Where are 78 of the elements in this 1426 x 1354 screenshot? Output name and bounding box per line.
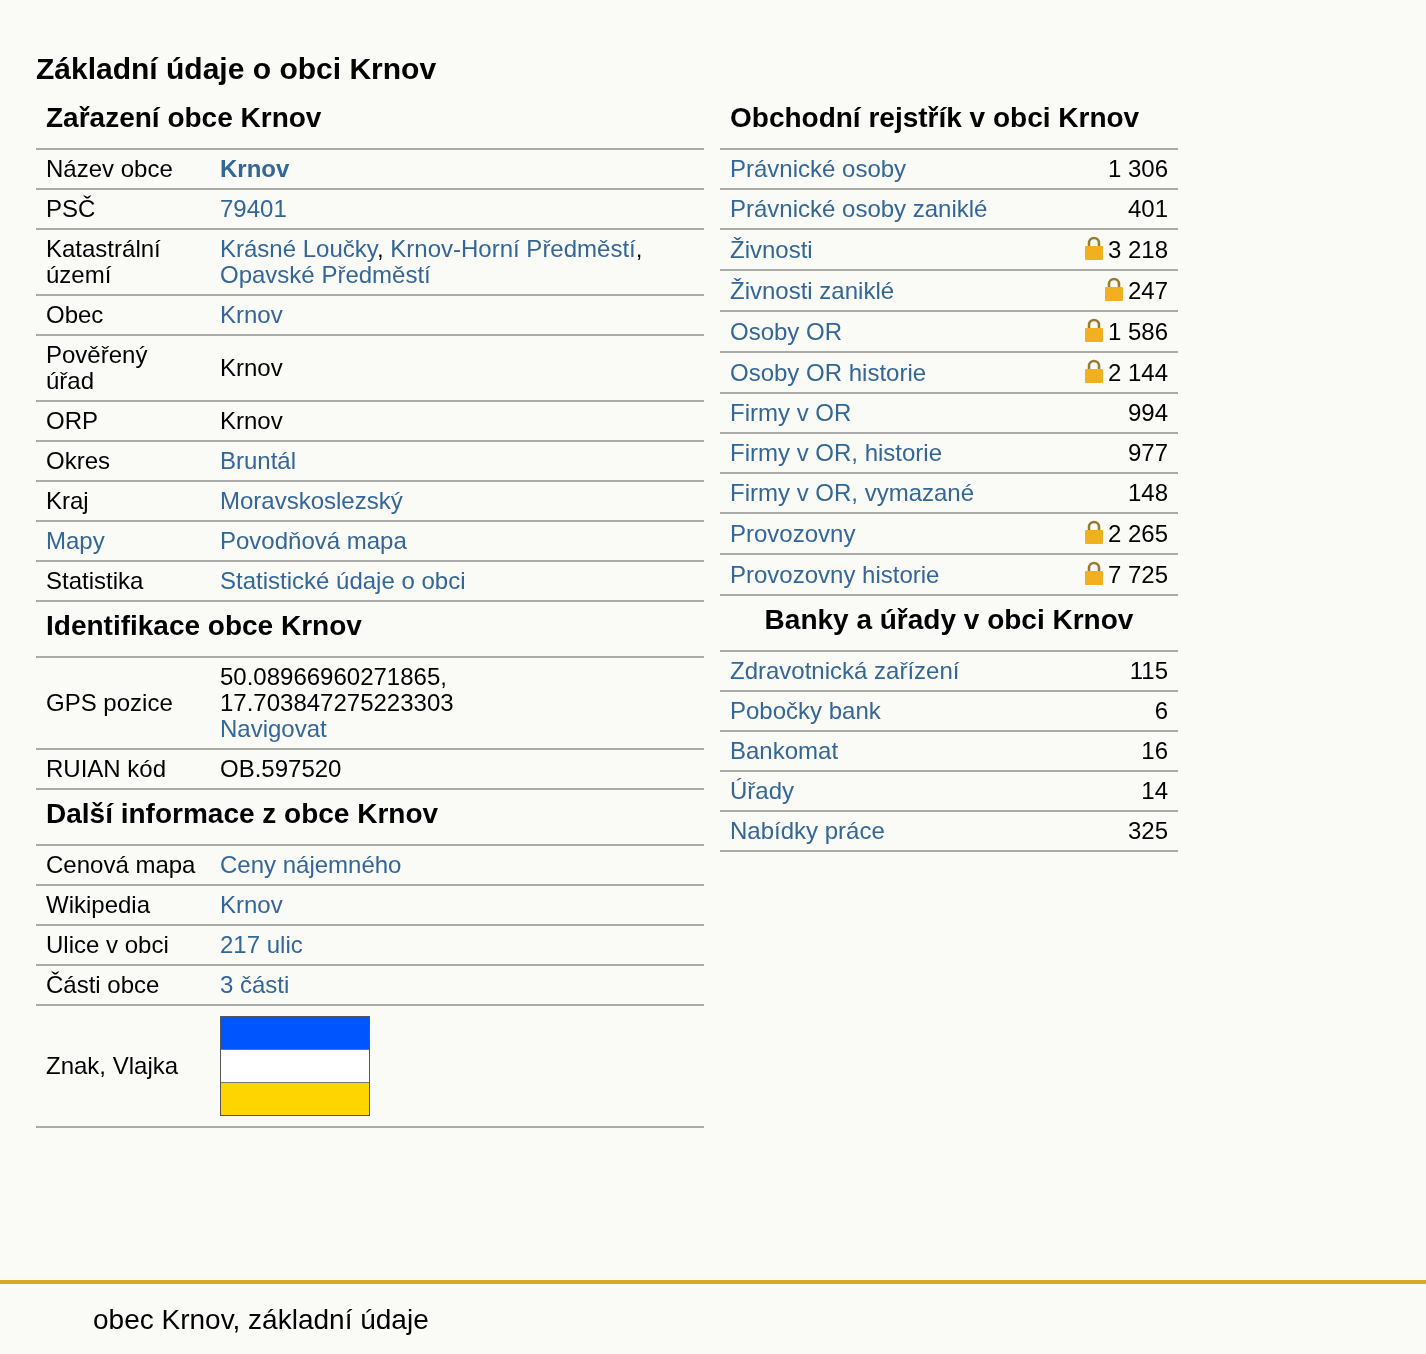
- register-link[interactable]: Firmy v OR: [730, 399, 852, 426]
- register-link[interactable]: Živnosti zaniklé: [730, 276, 895, 304]
- value-link[interactable]: Krásné Loučky: [220, 235, 377, 262]
- footer-text: obec Krnov, základní údaje: [93, 1304, 429, 1335]
- value-text: OB.597520: [220, 755, 342, 782]
- value-link[interactable]: Krnov: [220, 155, 290, 182]
- row-label: Části obce: [46, 971, 160, 998]
- count-value: 3 218: [1107, 236, 1168, 263]
- register-link[interactable]: Zdravotnická zařízení: [730, 657, 960, 684]
- register-link[interactable]: Osoby OR historie: [730, 358, 927, 386]
- register-link[interactable]: Právnické osoby zaniklé: [730, 195, 988, 222]
- value-text: 50.08966960271865,: [220, 663, 447, 690]
- value-text: Krnov: [220, 354, 283, 381]
- value-link[interactable]: Opavské Předměstí: [220, 261, 431, 288]
- page-title: Základní údaje o obci Krnov: [36, 52, 438, 86]
- count-value: 148: [1127, 479, 1168, 506]
- section-heading: Banky a úřady v obci Krnov: [720, 602, 1178, 652]
- count-value: 1 306: [1107, 155, 1168, 182]
- register-link[interactable]: Provozovny: [730, 519, 856, 547]
- value-link[interactable]: Moravskoslezský: [220, 487, 403, 514]
- count-value: 6: [1154, 697, 1168, 724]
- value-link[interactable]: 217 ulic: [220, 931, 303, 958]
- value-link[interactable]: Bruntál: [220, 447, 297, 474]
- row-label: ORP: [46, 407, 98, 434]
- count-value: 14: [1141, 777, 1168, 804]
- value-link[interactable]: Krnov: [220, 301, 283, 328]
- register-link[interactable]: Živnosti: [730, 235, 813, 263]
- value-link[interactable]: Krnov: [220, 891, 283, 918]
- section-heading: Další informace z obce Krnov: [36, 796, 704, 846]
- row-label: Katastrální území: [46, 235, 161, 288]
- row-label: GPS pozice: [46, 689, 173, 716]
- register-link[interactable]: Pobočky bank: [730, 697, 881, 724]
- row-label: RUIAN kód: [46, 755, 167, 782]
- register-link[interactable]: Firmy v OR, historie: [730, 439, 942, 466]
- register-link[interactable]: Firmy v OR, vymazané: [730, 479, 975, 506]
- row-label: Název obce: [46, 155, 173, 182]
- value-text: ,: [635, 235, 643, 262]
- count-value: 2 265: [1107, 520, 1168, 547]
- row-label: Znak, Vlajka: [46, 1052, 179, 1079]
- count-value: 401: [1127, 195, 1168, 222]
- value-link[interactable]: Krnov-Horní Předměstí: [390, 235, 636, 262]
- row-label: Statistika: [46, 567, 144, 594]
- count-value: 325: [1127, 817, 1168, 844]
- value-text: 17.703847275223303: [220, 689, 454, 716]
- row-label: Pověřený úřad: [46, 341, 148, 394]
- count-value: 247: [1127, 277, 1168, 304]
- row-label: Wikipedia: [46, 891, 151, 918]
- label-link[interactable]: Mapy: [46, 527, 105, 554]
- value-text: ,: [377, 235, 385, 262]
- count-value: 2 144: [1107, 359, 1168, 386]
- count-value: 977: [1127, 439, 1168, 466]
- row-label: Okres: [46, 447, 110, 474]
- value-link[interactable]: Povodňová mapa: [220, 527, 407, 554]
- register-link[interactable]: Bankomat: [730, 737, 839, 764]
- value-link[interactable]: 3 části: [220, 971, 290, 998]
- row-label: Cenová mapa: [46, 851, 196, 878]
- row-label: Obec: [46, 301, 104, 328]
- register-link[interactable]: Úřady: [730, 777, 795, 804]
- value-link[interactable]: Statistické údaje o obci: [220, 567, 466, 594]
- count-value: 115: [1129, 657, 1168, 684]
- row-label: PSČ: [46, 195, 96, 222]
- value-link[interactable]: Ceny nájemného: [220, 851, 402, 878]
- row-label: Kraj: [46, 487, 89, 514]
- register-link[interactable]: Právnické osoby: [730, 155, 907, 182]
- count-value: 7 725: [1107, 561, 1168, 588]
- section-heading: Zařazení obce Krnov: [36, 100, 704, 150]
- register-link[interactable]: Provozovny historie: [730, 560, 940, 588]
- value-text: Krnov: [220, 407, 283, 434]
- count-value: 994: [1127, 399, 1168, 426]
- count-value: 16: [1141, 737, 1168, 764]
- value-link[interactable]: 79401: [220, 195, 287, 222]
- count-value: 1 586: [1107, 318, 1168, 345]
- section-heading: Identifikace obce Krnov: [36, 608, 704, 658]
- section-heading: Obchodní rejstřík v obci Krnov: [720, 100, 1178, 150]
- register-link[interactable]: Osoby OR: [730, 317, 843, 345]
- register-link[interactable]: Nabídky práce: [730, 817, 885, 844]
- value-link[interactable]: Navigovat: [220, 715, 327, 742]
- row-label: Ulice v obci: [46, 931, 169, 958]
